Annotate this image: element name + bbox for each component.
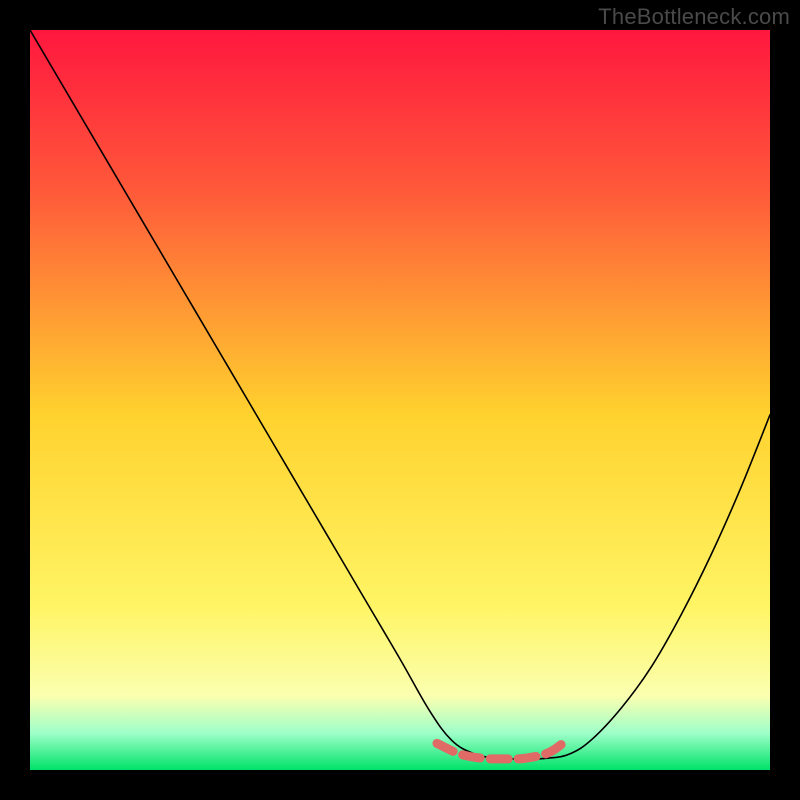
plot-area (30, 30, 770, 770)
chart-frame: TheBottleneck.com (0, 0, 800, 800)
watermark-text: TheBottleneck.com (598, 4, 790, 30)
chart-svg (30, 30, 770, 770)
